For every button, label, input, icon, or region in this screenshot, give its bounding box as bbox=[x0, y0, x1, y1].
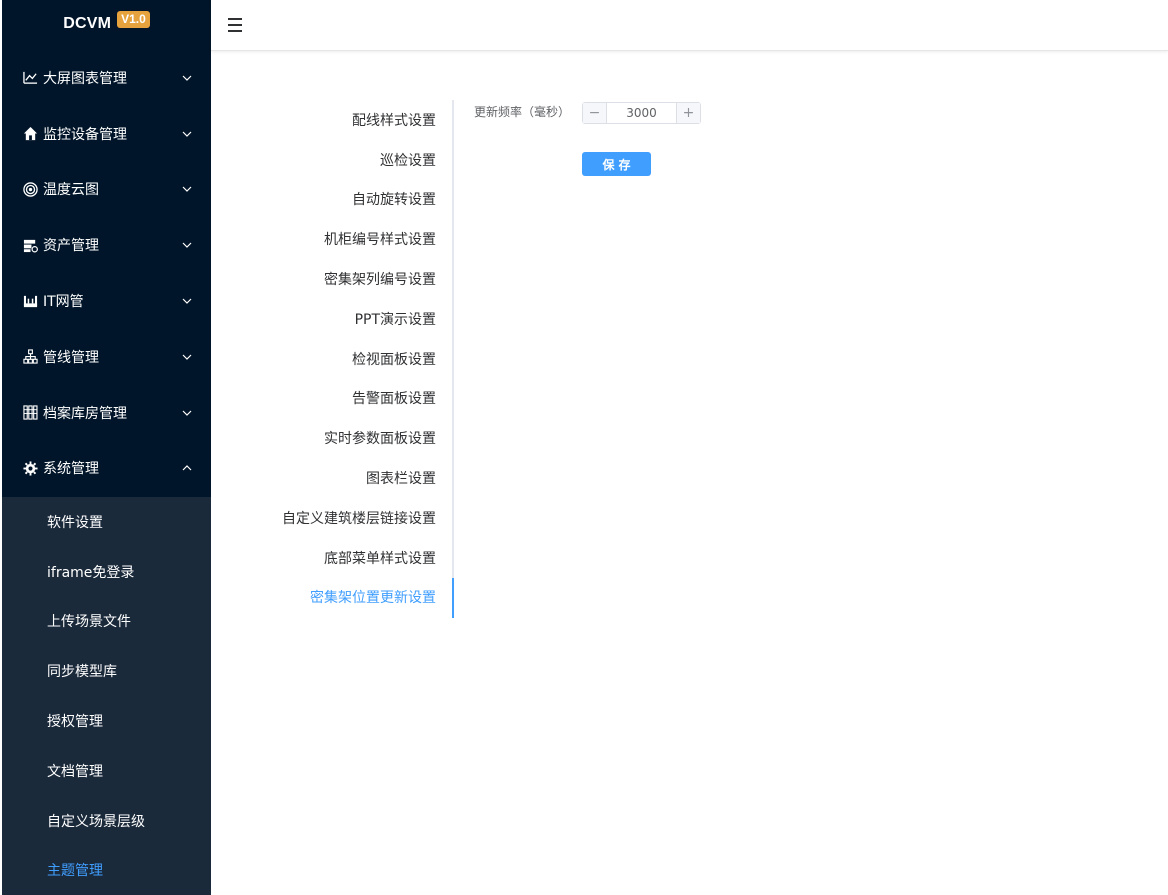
submenu-item-scene-levels[interactable]: 自定义场景层级 bbox=[2, 796, 211, 846]
version-badge: V1.0 bbox=[117, 10, 150, 28]
tab-chart-bar[interactable]: 图表栏设置 bbox=[252, 458, 454, 498]
chevron-down-icon bbox=[181, 407, 193, 419]
server-gear-icon bbox=[22, 237, 38, 253]
sidebar: DCVM V1.0 大屏图表管理 监控设备管理 温度云图 资产管理 IT网管 管… bbox=[2, 0, 211, 895]
submenu-item-documents[interactable]: 文档管理 bbox=[2, 746, 211, 796]
menu-label: 监控设备管理 bbox=[43, 126, 127, 143]
home-icon bbox=[22, 126, 38, 142]
tab-alarm-panel[interactable]: 告警面板设置 bbox=[252, 379, 454, 419]
chevron-down-icon bbox=[181, 183, 193, 195]
submenu-item-upload-scene[interactable]: 上传场景文件 bbox=[2, 597, 211, 647]
increment-button[interactable]: + bbox=[676, 103, 700, 123]
tab-building-floor-link[interactable]: 自定义建筑楼层链接设置 bbox=[252, 498, 454, 538]
logo: DCVM V1.0 bbox=[2, 0, 211, 48]
menu-label: 大屏图表管理 bbox=[43, 70, 127, 87]
chevron-down-icon bbox=[181, 351, 193, 363]
gear-icon bbox=[22, 460, 38, 476]
menu-item-archive-management[interactable]: 档案库房管理 bbox=[2, 385, 211, 441]
menu-label: 管线管理 bbox=[43, 349, 99, 366]
menu-toggle-icon[interactable] bbox=[228, 18, 244, 32]
menu-item-monitor-devices[interactable]: 监控设备管理 bbox=[2, 106, 211, 162]
line-chart-icon bbox=[22, 70, 38, 86]
tab-shelf-column-number[interactable]: 密集架列编号设置 bbox=[252, 259, 454, 299]
tab-bottom-menu-style[interactable]: 底部菜单样式设置 bbox=[252, 538, 454, 578]
tab-inspection[interactable]: 巡检设置 bbox=[252, 140, 454, 180]
chevron-down-icon bbox=[181, 128, 193, 140]
update-frequency-stepper: − + bbox=[582, 102, 701, 124]
submenu-item-theme[interactable]: 主题管理 bbox=[2, 846, 211, 895]
archive-icon bbox=[22, 405, 38, 421]
update-frequency-label: 更新频率（毫秒） bbox=[474, 105, 571, 119]
decrement-button[interactable]: − bbox=[583, 103, 607, 123]
tab-cabinet-number-style[interactable]: 机柜编号样式设置 bbox=[252, 219, 454, 259]
system-submenu: 软件设置 iframe免登录 上传场景文件 同步模型库 授权管理 文档管理 自定… bbox=[2, 497, 211, 895]
menu-label: IT网管 bbox=[43, 294, 84, 311]
top-header bbox=[211, 0, 1168, 51]
menu-item-pipeline-management[interactable]: 管线管理 bbox=[2, 329, 211, 385]
target-icon bbox=[22, 181, 38, 197]
network-icon bbox=[22, 293, 38, 309]
submenu-item-sync-models[interactable]: 同步模型库 bbox=[2, 646, 211, 696]
menu-item-dashboard-charts[interactable]: 大屏图表管理 bbox=[2, 50, 211, 106]
chevron-down-icon bbox=[181, 295, 193, 307]
settings-tabs: 配线样式设置 巡检设置 自动旋转设置 机柜编号样式设置 密集架列编号设置 PPT… bbox=[252, 100, 454, 617]
menu-item-it-network[interactable]: IT网管 bbox=[2, 273, 211, 329]
menu-label: 温度云图 bbox=[43, 182, 99, 199]
submenu-item-license[interactable]: 授权管理 bbox=[2, 696, 211, 746]
tab-realtime-panel[interactable]: 实时参数面板设置 bbox=[252, 418, 454, 458]
sitemap-icon bbox=[22, 349, 38, 365]
menu-item-system-management[interactable]: 系统管理 bbox=[2, 441, 211, 497]
tab-divider bbox=[452, 100, 454, 618]
tab-shelf-position-update[interactable]: 密集架位置更新设置 bbox=[252, 578, 454, 618]
update-frequency-input[interactable] bbox=[607, 103, 676, 123]
menu-label: 档案库房管理 bbox=[43, 405, 127, 422]
sidebar-menu: 大屏图表管理 监控设备管理 温度云图 资产管理 IT网管 管线管理 档案库房管理… bbox=[2, 50, 211, 496]
submenu-item-software-settings[interactable]: 软件设置 bbox=[2, 497, 211, 547]
menu-item-asset-management[interactable]: 资产管理 bbox=[2, 217, 211, 273]
menu-item-temperature-map[interactable]: 温度云图 bbox=[2, 162, 211, 218]
tab-ppt-demo[interactable]: PPT演示设置 bbox=[252, 299, 454, 339]
tab-active-indicator bbox=[452, 578, 454, 618]
tab-auto-rotate[interactable]: 自动旋转设置 bbox=[252, 180, 454, 220]
menu-label: 资产管理 bbox=[43, 238, 99, 255]
chevron-down-icon bbox=[181, 239, 193, 251]
chevron-up-icon bbox=[181, 462, 193, 474]
submenu-item-iframe-login[interactable]: iframe免登录 bbox=[2, 547, 211, 597]
save-button[interactable]: 保存 bbox=[582, 152, 651, 176]
tab-wiring-style[interactable]: 配线样式设置 bbox=[252, 100, 454, 140]
menu-label: 系统管理 bbox=[43, 461, 99, 478]
app-name: DCVM bbox=[63, 15, 112, 32]
chevron-down-icon bbox=[181, 72, 193, 84]
tab-inspect-panel[interactable]: 检视面板设置 bbox=[252, 339, 454, 379]
